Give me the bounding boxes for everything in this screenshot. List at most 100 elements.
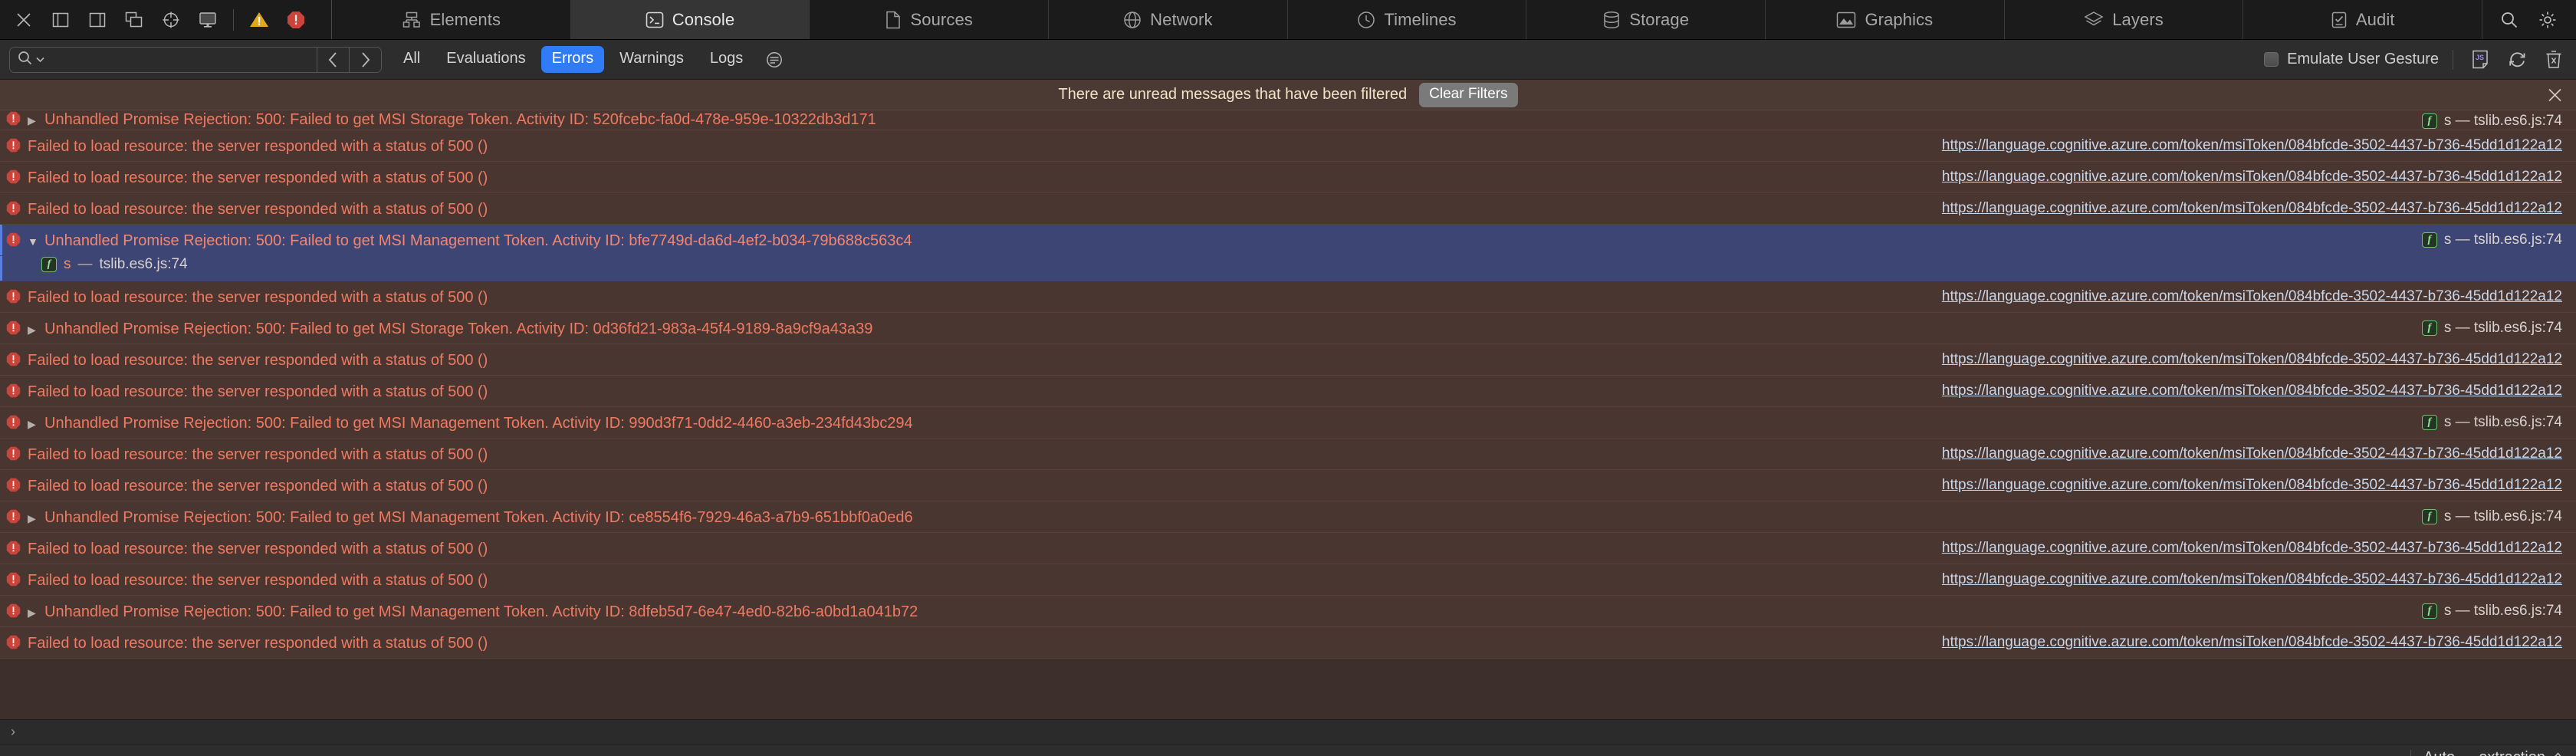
tab-storage[interactable]: Storage <box>1526 0 1766 39</box>
settings-gear-icon[interactable] <box>2535 8 2561 31</box>
disclosure-triangle-closed-icon[interactable]: ▶ <box>28 324 38 335</box>
source-file-link[interactable]: s — tslib.es6.js:74 <box>2444 508 2562 525</box>
tab-sources[interactable]: Sources <box>810 0 1050 39</box>
source-url-link[interactable]: https://language.cognitive.azure.com/tok… <box>1942 169 2562 186</box>
source-url-link[interactable]: https://language.cognitive.azure.com/tok… <box>1942 540 2562 557</box>
console-message-source: https://language.cognitive.azure.com/tok… <box>1942 162 2562 186</box>
source-url-link[interactable]: https://language.cognitive.azure.com/tok… <box>1942 137 2562 154</box>
toolbar-divider <box>233 8 234 31</box>
console-message-row[interactable]: ▶ Unhandled Promise Rejection: 500: Faile… <box>0 110 2576 130</box>
console-message-row[interactable]: ▼ Unhandled Promise Rejection: 500: Faile… <box>0 225 2576 256</box>
tab-audit[interactable]: Audit <box>2243 0 2483 39</box>
console-message-row[interactable]: Failed to load resource: the server resp… <box>0 439 2576 470</box>
console-message-row[interactable]: Failed to load resource: the server resp… <box>0 344 2576 376</box>
statusbar-divider <box>2410 749 2412 756</box>
filter-pill-all[interactable]: All <box>393 46 431 73</box>
warning-triangle-icon[interactable] <box>246 8 272 31</box>
error-octagon-icon <box>6 169 21 188</box>
search-next-button[interactable] <box>349 47 381 72</box>
undock-window-icon[interactable] <box>121 8 147 31</box>
console-message-row[interactable]: Failed to load resource: the server resp… <box>0 162 2576 193</box>
console-message-row[interactable]: Failed to load resource: the server resp… <box>0 130 2576 162</box>
source-file-link[interactable]: s — tslib.es6.js:74 <box>2444 113 2562 130</box>
console-message-row[interactable]: Failed to load resource: the server resp… <box>0 564 2576 596</box>
console-prompt[interactable]: › <box>0 719 2576 744</box>
emulate-user-gesture-checkbox[interactable] <box>2264 52 2279 67</box>
dock-left-icon[interactable] <box>48 8 74 31</box>
tab-timelines[interactable]: Timelines <box>1287 0 1527 39</box>
console-message-row[interactable]: ▶ Unhandled Promise Rejection: 500: Faile… <box>0 501 2576 533</box>
clear-filters-button[interactable]: Clear Filters <box>1419 82 1518 107</box>
console-message-row[interactable]: ▶ Unhandled Promise Rejection: 500: Faile… <box>0 407 2576 439</box>
tab-network[interactable]: Network <box>1049 0 1288 39</box>
console-message-source: f s — tslib.es6.js:74 <box>2421 113 2562 130</box>
source-file-link[interactable]: s — tslib.es6.js:74 <box>2444 603 2562 620</box>
console-message-row[interactable]: Failed to load resource: the server resp… <box>0 376 2576 407</box>
console-message-row[interactable]: Failed to load resource: the server resp… <box>0 533 2576 564</box>
disclosure-triangle-closed-icon[interactable]: ▶ <box>28 419 38 429</box>
console-message-source: https://language.cognitive.azure.com/tok… <box>1942 470 2562 494</box>
console-message-text: Failed to load resource: the server resp… <box>28 383 488 400</box>
source-url-link[interactable]: https://language.cognitive.azure.com/tok… <box>1942 351 2562 368</box>
console-message-text: Failed to load resource: the server resp… <box>28 201 488 218</box>
filter-pill-errors[interactable]: Errors <box>540 46 605 73</box>
source-file-link[interactable]: s — tslib.es6.js:74 <box>2444 414 2562 431</box>
source-url-link[interactable]: https://language.cognitive.azure.com/tok… <box>1942 445 2562 462</box>
console-message-source: https://language.cognitive.azure.com/tok… <box>1942 344 2562 368</box>
tab-elements[interactable]: Elements <box>332 0 571 39</box>
console-message-list[interactable]: ▶ Unhandled Promise Rejection: 500: Faile… <box>0 110 2576 719</box>
error-octagon-icon <box>6 352 21 370</box>
search-input[interactable] <box>48 51 309 67</box>
search-field-wrapper[interactable] <box>10 47 317 72</box>
console-message-row[interactable]: Failed to load resource: the server resp… <box>0 193 2576 225</box>
source-url-link[interactable]: https://language.cognitive.azure.com/tok… <box>1942 571 2562 588</box>
tab-console[interactable]: Console <box>570 0 810 39</box>
tab-layers[interactable]: Layers <box>2004 0 2244 39</box>
console-message-row[interactable]: Failed to load resource: the server resp… <box>0 281 2576 313</box>
toolbar-left-controls <box>0 0 331 39</box>
stepper-up-down-icon[interactable] <box>2554 751 2562 756</box>
disclosure-triangle-closed-icon[interactable]: ▶ <box>28 607 38 618</box>
stack-frame-location[interactable]: tslib.es6.js:74 <box>100 256 188 273</box>
source-file-link[interactable]: s — tslib.es6.js:74 <box>2444 232 2562 248</box>
source-url-link[interactable]: https://language.cognitive.azure.com/tok… <box>1942 634 2562 651</box>
console-search-group <box>9 46 382 73</box>
console-stack-frame-row[interactable]: f s — tslib.es6.js:74 <box>0 256 2576 281</box>
clear-console-icon[interactable] <box>2541 48 2567 71</box>
filter-pill-logs[interactable]: Logs <box>699 46 754 73</box>
preserve-log-icon[interactable] <box>2504 48 2530 71</box>
dock-right-icon[interactable] <box>84 8 110 31</box>
console-message-text: Unhandled Promise Rejection: 500: Failed… <box>44 111 876 128</box>
disclosure-triangle-open-icon[interactable]: ▼ <box>28 236 38 247</box>
disclosure-triangle-closed-icon[interactable]: ▶ <box>28 513 38 524</box>
console-message-row[interactable]: ▶ Unhandled Promise Rejection: 500: Faile… <box>0 596 2576 627</box>
emulate-user-gesture-toggle[interactable]: Emulate User Gesture <box>2264 51 2439 68</box>
search-toolbar-icon[interactable] <box>2496 8 2522 31</box>
error-octagon-icon[interactable] <box>283 8 309 31</box>
close-icon[interactable] <box>2548 87 2562 102</box>
console-status-bar: Auto — extraction <box>0 744 2576 756</box>
message-grouping-icon[interactable] <box>761 48 787 71</box>
source-url-link[interactable]: https://language.cognitive.azure.com/tok… <box>1942 200 2562 217</box>
source-url-link[interactable]: https://language.cognitive.azure.com/tok… <box>1942 477 2562 494</box>
console-message-row[interactable]: ▶ Unhandled Promise Rejection: 500: Faile… <box>0 313 2576 344</box>
chevron-down-icon[interactable] <box>36 53 44 67</box>
disclosure-triangle-closed-icon[interactable]: ▶ <box>28 115 38 126</box>
console-message-row[interactable]: Failed to load resource: the server resp… <box>0 470 2576 501</box>
close-inspector-icon[interactable] <box>11 8 37 31</box>
search-prev-button[interactable] <box>317 47 349 72</box>
console-message-text: Failed to load resource: the server resp… <box>28 572 488 589</box>
source-url-link[interactable]: https://language.cognitive.azure.com/tok… <box>1942 288 2562 305</box>
inspect-element-icon[interactable] <box>158 8 184 31</box>
console-message-text: Failed to load resource: the server resp… <box>28 169 488 186</box>
tab-graphics[interactable]: Graphics <box>1766 0 2005 39</box>
source-url-link[interactable]: https://language.cognitive.azure.com/tok… <box>1942 383 2562 399</box>
console-message-source: https://language.cognitive.azure.com/tok… <box>1942 130 2562 154</box>
console-message-row[interactable]: Failed to load resource: the server resp… <box>0 627 2576 659</box>
js-context-icon[interactable]: JS <box>2467 48 2493 71</box>
message-level-filters: All Evaluations Errors Warnings Logs <box>393 46 754 73</box>
filter-pill-evaluations[interactable]: Evaluations <box>435 46 536 73</box>
source-file-link[interactable]: s — tslib.es6.js:74 <box>2444 320 2562 337</box>
filter-pill-warnings[interactable]: Warnings <box>609 46 695 73</box>
device-settings-icon[interactable] <box>195 8 221 31</box>
